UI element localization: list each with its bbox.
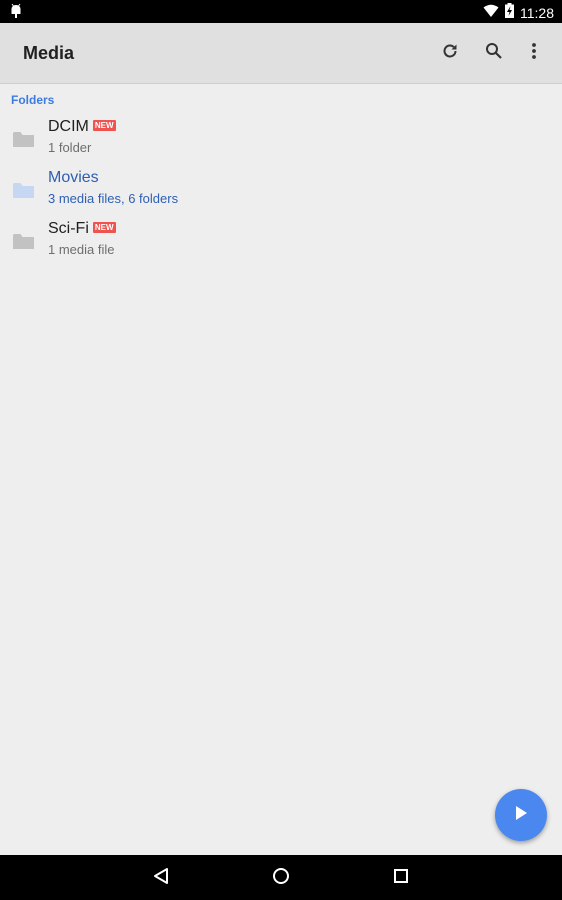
home-icon <box>272 867 290 890</box>
navigation-bar <box>0 855 562 900</box>
status-bar: 11:28 <box>0 0 562 23</box>
folder-name: DCIM <box>48 118 89 135</box>
recents-button[interactable] <box>390 867 412 889</box>
folder-name: Sci-Fi <box>48 220 89 237</box>
status-time: 11:28 <box>520 5 554 21</box>
folder-icon <box>13 182 34 199</box>
folder-icon <box>13 131 34 148</box>
app-bar: Media <box>0 23 562 84</box>
folder-meta: 3 media files, 6 folders <box>48 191 179 206</box>
back-button[interactable] <box>150 867 172 889</box>
new-badge: NEW <box>92 120 116 131</box>
search-button[interactable] <box>481 40 507 66</box>
android-icon <box>9 3 23 24</box>
wifi-icon <box>483 4 499 23</box>
page-title: Media <box>23 43 75 63</box>
list-item-folder-movies[interactable]: Movies 3 media files, 6 folders <box>0 167 562 217</box>
folder-title: Sci-Fi NEW <box>48 220 116 238</box>
folder-name: Movies <box>48 169 99 186</box>
folder-icon <box>13 233 34 250</box>
back-icon <box>152 867 170 890</box>
status-icons: 11:28 <box>483 3 554 23</box>
battery-charging-icon <box>505 3 514 23</box>
folder-meta: 1 folder <box>48 140 92 155</box>
home-button[interactable] <box>270 867 292 889</box>
refresh-button[interactable] <box>437 40 463 66</box>
play-icon <box>512 803 530 828</box>
folder-title: DCIM NEW <box>48 118 116 136</box>
refresh-icon <box>441 42 459 65</box>
play-fab-button[interactable] <box>495 789 547 841</box>
overflow-menu-button[interactable] <box>521 40 547 66</box>
recents-icon <box>393 868 409 889</box>
folder-meta: 1 media file <box>48 242 115 257</box>
search-icon <box>485 42 503 65</box>
list-item-folder-sci-fi[interactable]: Sci-Fi NEW 1 media file <box>0 218 562 268</box>
new-badge: NEW <box>92 222 116 233</box>
section-header-folders: Folders <box>11 93 55 107</box>
list-item-folder-dcim[interactable]: DCIM NEW 1 folder <box>0 116 562 166</box>
folder-title: Movies <box>48 169 99 187</box>
more-vert-icon <box>531 42 537 65</box>
